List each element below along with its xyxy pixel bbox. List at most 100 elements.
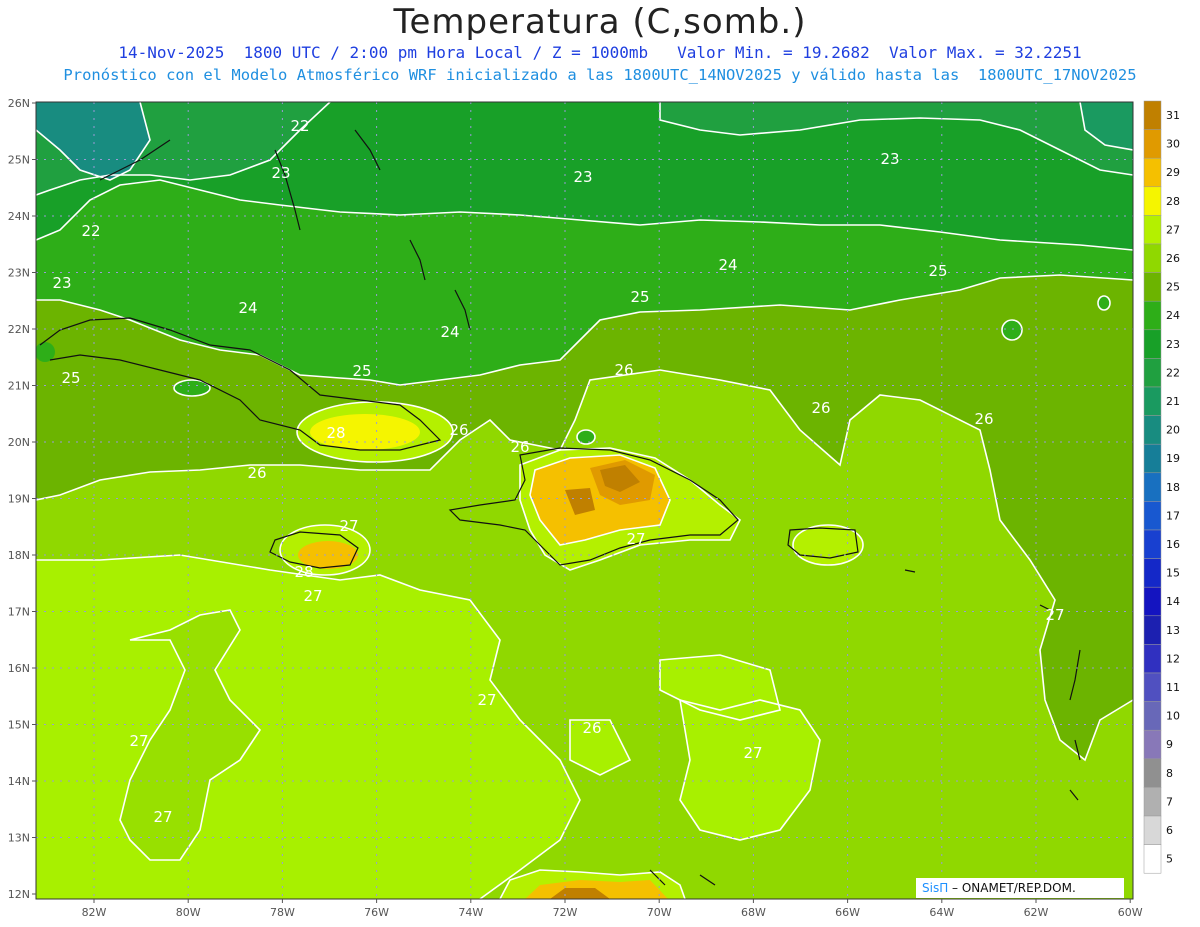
colorbar-swatch xyxy=(1143,186,1162,216)
contour-label: 24 xyxy=(440,323,459,341)
colorbar-label: 19 xyxy=(1166,452,1180,465)
contour-label: 27 xyxy=(626,530,645,548)
contour-label: 27 xyxy=(339,517,358,535)
lon-tick-label: 76W xyxy=(364,906,389,919)
lat-tick-label: 23N xyxy=(8,267,30,280)
lat-tick-label: 14N xyxy=(8,775,30,788)
lon-tick-label: 62W xyxy=(1024,906,1049,919)
colorbar-label: 25 xyxy=(1166,281,1180,294)
colorbar-swatch xyxy=(1143,529,1162,559)
credit-box: SisΠ – ONAMET/REP.DOM. xyxy=(916,878,1124,898)
colorbar-swatch xyxy=(1143,157,1162,188)
forecast-time-line: 14-Nov-2025 1800 UTC / 2:00 pm Hora Loca… xyxy=(118,43,1082,62)
contour-label: 25 xyxy=(630,288,649,306)
colorbar-swatch xyxy=(1143,586,1162,617)
colorbar-swatch xyxy=(1143,729,1162,760)
contour-label: 26 xyxy=(974,410,993,428)
colorbar-swatch xyxy=(1143,815,1162,845)
lon-tick-label: 74W xyxy=(458,906,483,919)
lat-tick-label: 22N xyxy=(8,323,30,336)
contour-label: 28 xyxy=(294,563,313,581)
colorbar-swatch xyxy=(1143,615,1162,645)
colorbar-swatch xyxy=(1143,844,1162,874)
latitude-axis: 26N 25N 24N 23N 22N 21N 20N 19N 18N 17N 16N 15N 14N 1… xyxy=(8,97,36,901)
colorbar-label: 13 xyxy=(1166,624,1180,637)
colorbar-swatch xyxy=(1143,243,1162,273)
lat-tick-label: 17N xyxy=(8,606,30,619)
colorbar-swatch xyxy=(1143,644,1162,674)
lon-tick-label: 80W xyxy=(176,906,201,919)
map-title: Temperatura (C,somb.) xyxy=(393,2,807,42)
contour-label: 23 xyxy=(880,150,899,168)
contour-label: 27 xyxy=(477,691,496,709)
contour-label: 27 xyxy=(303,587,322,605)
colorbar-label: 8 xyxy=(1166,767,1173,780)
colorbar-label: 9 xyxy=(1166,738,1173,751)
contour-label: 27 xyxy=(129,732,148,750)
colorbar-swatch xyxy=(1143,701,1162,731)
colorbar-swatch xyxy=(1143,100,1162,130)
contour-label: 26 xyxy=(614,361,633,379)
colorbar-label: 11 xyxy=(1166,681,1180,694)
colorbar-swatch xyxy=(1143,329,1162,359)
colorbar-swatch xyxy=(1143,472,1162,502)
colorbar-label: 30 xyxy=(1166,138,1180,151)
contour-label: 27 xyxy=(153,808,172,826)
contour-label: 23 xyxy=(52,274,71,292)
colorbar-swatch xyxy=(1143,501,1162,531)
contour-label: 24 xyxy=(718,256,737,274)
lat-tick-label: 24N xyxy=(8,210,30,223)
colorbar-swatch xyxy=(1143,386,1162,416)
lon-tick-label: 72W xyxy=(553,906,578,919)
colorbar-label: 17 xyxy=(1166,509,1180,522)
contour-label: 26 xyxy=(247,464,266,482)
colorbar-label: 18 xyxy=(1166,481,1180,494)
contour-label: 22 xyxy=(81,222,100,240)
lon-tick-label: 66W xyxy=(835,906,860,919)
colorbar-swatch xyxy=(1143,672,1162,702)
lat-tick-label: 20N xyxy=(8,436,30,449)
lon-tick-label: 68W xyxy=(741,906,766,919)
longitude-axis: 82W 80W 78W 76W 74W 72W 70W 68W 66W 64W 62W 60W xyxy=(82,899,1143,919)
colorbar-swatch xyxy=(1143,443,1162,474)
contour-label: 25 xyxy=(61,369,80,387)
lat-tick-label: 26N xyxy=(8,97,30,110)
colorbar-label: 24 xyxy=(1166,309,1180,322)
lon-tick-label: 78W xyxy=(270,906,295,919)
colorbar-swatch xyxy=(1143,272,1162,302)
colorbar-swatch xyxy=(1143,558,1162,588)
colorbar-swatch xyxy=(1143,215,1162,245)
temperature-field xyxy=(36,102,1133,899)
contour-label: 26 xyxy=(449,421,468,439)
colorbar-swatch xyxy=(1143,300,1162,331)
colorbar-swatch xyxy=(1143,758,1162,788)
lat-tick-label: 18N xyxy=(8,549,30,562)
colorbar-label: 26 xyxy=(1166,252,1180,265)
colorbar-swatch xyxy=(1143,358,1162,388)
contour-label: 28 xyxy=(326,424,345,442)
colorbar-label: 12 xyxy=(1166,652,1180,665)
lon-tick-label: 60W xyxy=(1118,906,1143,919)
lat-tick-label: 13N xyxy=(8,832,30,845)
contour-label: 23 xyxy=(271,164,290,182)
colorbar-label: 14 xyxy=(1166,595,1180,608)
contour-label: 26 xyxy=(582,719,601,737)
colorbar-label: 7 xyxy=(1166,795,1173,808)
lat-tick-label: 21N xyxy=(8,380,30,393)
colorbar-label: 5 xyxy=(1166,853,1173,866)
contour-label: 23 xyxy=(573,168,592,186)
colorbar-label: 22 xyxy=(1166,366,1180,379)
contour-label: 24 xyxy=(238,299,257,317)
colorbar: 31 30 29 28 27 26 25 24 23 22 21 20 19 18 17 16 15 14 13 12… xyxy=(1143,100,1180,874)
colorbar-label: 29 xyxy=(1166,166,1180,179)
contour-label: 27 xyxy=(1045,606,1064,624)
lat-tick-label: 12N xyxy=(8,888,30,901)
lat-tick-label: 19N xyxy=(8,493,30,506)
temperature-map: 26N 25N 24N 23N 22N 21N 20N 19N 18N 17N 16N 15N 14N 1… xyxy=(8,97,1180,919)
sispi-logo: SisΠ xyxy=(922,881,949,895)
colorbar-label: 15 xyxy=(1166,567,1180,580)
credit-text: – ONAMET/REP.DOM. xyxy=(948,881,1076,895)
lon-tick-label: 82W xyxy=(82,906,107,919)
colorbar-swatch xyxy=(1143,129,1162,159)
contour-label: 25 xyxy=(352,362,371,380)
